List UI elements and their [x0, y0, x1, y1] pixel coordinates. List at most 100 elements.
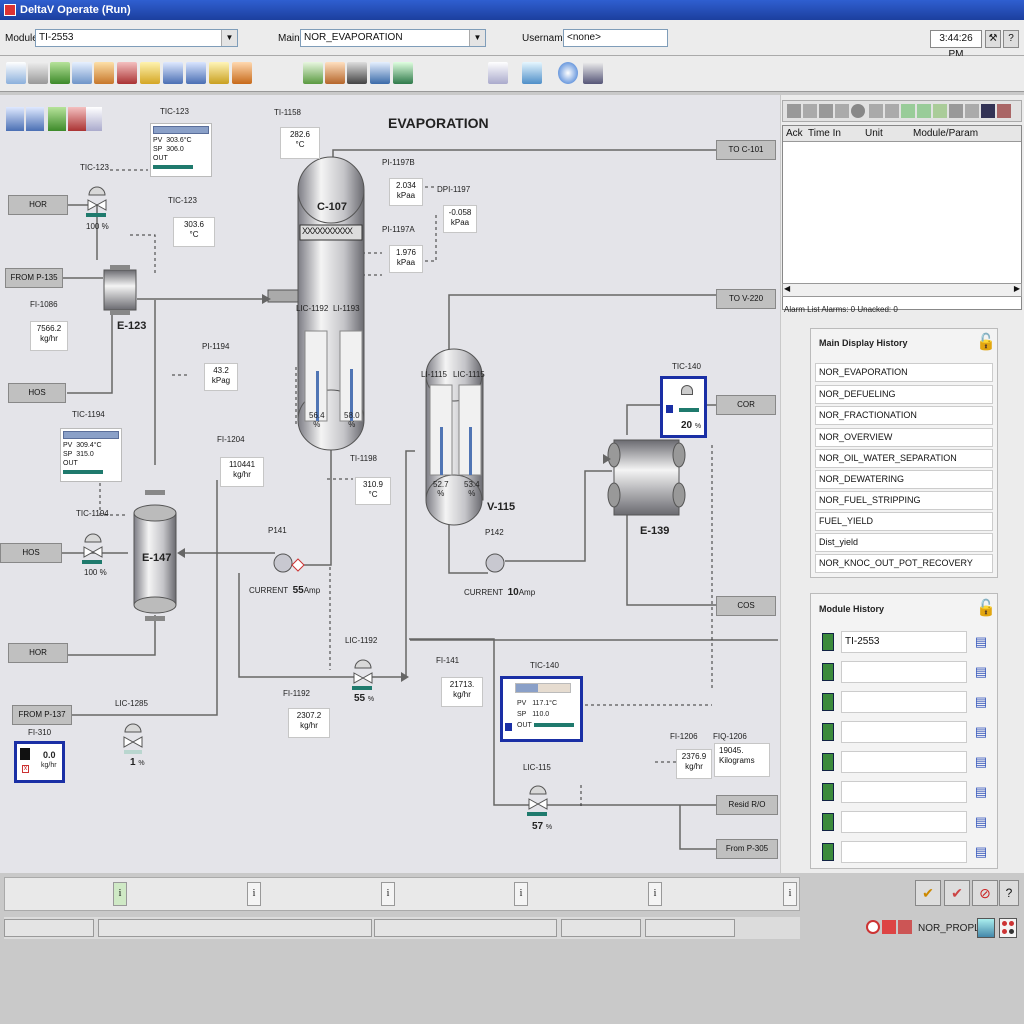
value-box-fiq1206[interactable]: 19045. Kilograms — [714, 743, 770, 777]
alarm-icon[interactable] — [68, 107, 86, 131]
lock-icon[interactable]: 🔓 — [976, 332, 996, 352]
bell-icon[interactable] — [209, 62, 229, 84]
offpage-tag-cos[interactable]: COS — [716, 596, 776, 616]
grid-icon[interactable] — [999, 918, 1017, 938]
offpage-tag-from-p135[interactable]: FROM P-135 — [5, 268, 63, 288]
trend-icon[interactable] — [347, 62, 367, 84]
alarm-banner-info-button[interactable]: i — [783, 882, 797, 906]
history-item[interactable]: NOR_FRACTIONATION — [815, 406, 993, 425]
value-box-fi1204[interactable]: 110441 kg/hr — [220, 457, 264, 487]
valve-output-lic1285[interactable]: 1 % — [130, 757, 145, 768]
equipment-label-p142[interactable]: P142 — [485, 528, 504, 537]
alarm-banner-info-button[interactable]: i — [247, 882, 261, 906]
faceplate-icon[interactable] — [822, 633, 834, 651]
detail-icon[interactable]: ▤ — [972, 783, 990, 801]
value-box-pi1197b[interactable]: 2.034 kPaa — [389, 178, 423, 206]
chevron-down-icon[interactable]: ▼ — [221, 30, 237, 46]
detail-icon[interactable]: ▤ — [972, 813, 990, 831]
arrow-right-icon[interactable] — [26, 107, 44, 131]
history-item[interactable]: Dist_yield — [815, 533, 993, 552]
lock-icon[interactable]: 🔓 — [976, 598, 996, 618]
detail-icon[interactable]: ▤ — [972, 663, 990, 681]
faceplate-icon[interactable] — [822, 813, 834, 831]
detail-icon[interactable]: ▤ — [972, 723, 990, 741]
value-box-pi1197a[interactable]: 1.976 kPaa — [389, 245, 423, 273]
value-box-ti1198[interactable]: 310.9 °C — [355, 477, 391, 505]
value-box-ti1158[interactable]: 282.6 °C — [280, 127, 320, 159]
column-ack[interactable]: Ack — [786, 128, 803, 139]
equipment-label-e147[interactable]: E-147 — [142, 552, 171, 564]
module-history-item[interactable] — [841, 751, 967, 773]
edit-icon[interactable] — [86, 107, 102, 131]
history-item[interactable]: NOR_FUEL_STRIPPING — [815, 491, 993, 510]
back-icon[interactable] — [6, 62, 26, 84]
selected-valve-tic140[interactable]: 20 % — [660, 376, 707, 438]
scroll-right-icon[interactable]: ▶ — [1014, 284, 1020, 293]
faceplate-tic1194[interactable]: PV 309.4°C SP 315.0 OUT — [60, 428, 122, 482]
horn-icon[interactable] — [949, 104, 963, 118]
tools-icon[interactable] — [393, 62, 413, 84]
folder-icon[interactable] — [140, 62, 160, 84]
alarm-icon[interactable] — [997, 104, 1011, 118]
history-item[interactable]: NOR_OVERVIEW — [815, 428, 993, 447]
module-history-item[interactable] — [841, 691, 967, 713]
module-history-item[interactable] — [841, 811, 967, 833]
level-value-li1115[interactable]: 52.7% — [433, 480, 449, 498]
module-history-item[interactable] — [841, 781, 967, 803]
level-value-li1193[interactable]: 58.0% — [344, 411, 360, 429]
scroll-left-icon[interactable]: ◀ — [784, 284, 790, 293]
value-box-fi1206[interactable]: 2376.9 kg/hr — [676, 749, 712, 779]
filter-icon[interactable] — [787, 104, 801, 118]
equipment-label-p141[interactable]: P141 — [268, 526, 287, 535]
faceplate-icon[interactable] — [822, 693, 834, 711]
faceplate-icon[interactable] — [822, 783, 834, 801]
module-history-item[interactable] — [841, 721, 967, 743]
help-icon[interactable]: ? — [999, 880, 1019, 906]
pump-current-p141[interactable]: CURRENT 55Amp — [249, 585, 320, 596]
alarm-banner-info-button[interactable]: i — [514, 882, 528, 906]
faceplate-tic123[interactable]: PV 303.6°C SP 306.0 OUT — [150, 123, 212, 177]
detail-icon[interactable]: ▤ — [972, 843, 990, 861]
history-item[interactable]: NOR_EVAPORATION — [815, 363, 993, 382]
arrow-left-icon[interactable] — [163, 62, 183, 84]
column-unit[interactable]: Unit — [865, 128, 883, 139]
print-icon[interactable] — [28, 62, 48, 84]
column-time-in[interactable]: Time In — [808, 128, 841, 139]
silence-icon[interactable] — [933, 104, 947, 118]
detail-icon[interactable]: ▤ — [972, 753, 990, 771]
users-icon[interactable] — [325, 62, 345, 84]
value-box-tic123[interactable]: 303.6 °C — [173, 217, 215, 247]
value-box-fi1086[interactable]: 7566.2 kg/hr — [30, 321, 68, 351]
book-icon[interactable] — [981, 104, 995, 118]
alarm-banner-info-button[interactable]: i — [381, 882, 395, 906]
offpage-tag-hos[interactable]: HOS — [0, 543, 62, 563]
search-icon[interactable] — [522, 62, 542, 84]
chart-icon[interactable] — [370, 62, 390, 84]
equipment-label-e139[interactable]: E-139 — [640, 525, 669, 537]
equipment-label-v115[interactable]: V-115 — [487, 501, 515, 513]
value-box-fi310[interactable]: x 0.0 kg/hr — [14, 741, 65, 783]
help-icon[interactable]: ? — [1003, 30, 1019, 48]
offpage-tag-hos[interactable]: HOS — [8, 383, 66, 403]
offpage-tag-resid-ro[interactable]: Resid R/O — [716, 795, 778, 815]
valve-output-lic1192[interactable]: 55 % — [354, 693, 374, 704]
history-item[interactable]: NOR_DEFUELING — [815, 385, 993, 404]
detail-icon[interactable]: ▤ — [972, 633, 990, 651]
offpage-tag-from-p305[interactable]: From P-305 — [716, 839, 778, 859]
workstation-icon[interactable] — [977, 918, 995, 938]
alarm-banner-info-button[interactable]: i — [113, 882, 127, 906]
download-icon[interactable] — [583, 62, 603, 84]
value-box-fi1192[interactable]: 2307.2 kg/hr — [288, 708, 330, 738]
faceplate-icon[interactable] — [822, 663, 834, 681]
overview-icon[interactable] — [303, 62, 323, 84]
offpage-tag-hor[interactable]: HOR — [8, 643, 68, 663]
offpage-tag-from-p137[interactable]: FROM P-137 — [12, 705, 72, 725]
ack-page-icon[interactable] — [917, 104, 931, 118]
faceplate-icon[interactable] — [50, 62, 70, 84]
refresh-icon[interactable] — [835, 104, 849, 118]
module-combo[interactable]: TI-2553 ▼ — [35, 29, 238, 47]
chevron-down-icon[interactable]: ▼ — [469, 30, 485, 46]
history-item[interactable]: NOR_DEWATERING — [815, 470, 993, 489]
edit-icon[interactable] — [488, 62, 508, 84]
equipment-label-e123[interactable]: E-123 — [117, 320, 146, 332]
